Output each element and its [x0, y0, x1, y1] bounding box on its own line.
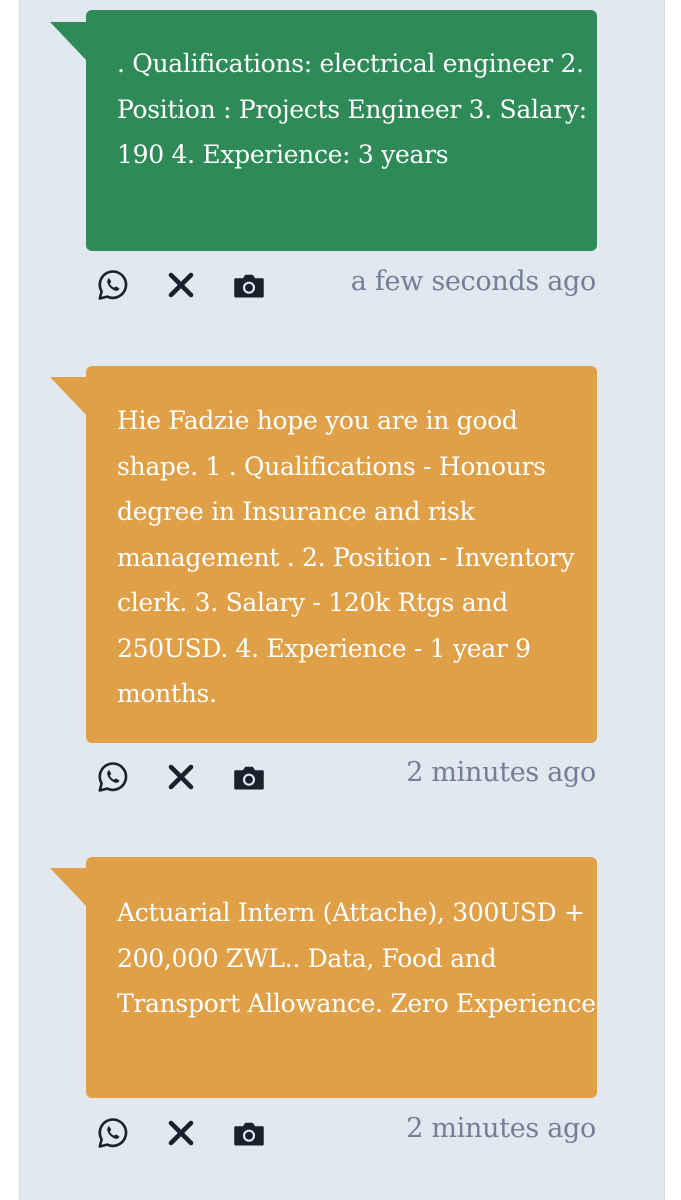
message-text: Hie Fadzie hope you are in good shape. 1… — [117, 406, 575, 708]
whatsapp-share-button[interactable] — [96, 268, 130, 302]
screenshot-button[interactable] — [232, 268, 266, 302]
timestamp: a few seconds ago — [350, 266, 597, 297]
message-actions — [96, 268, 300, 302]
whatsapp-icon — [98, 762, 128, 792]
whatsapp-share-button[interactable] — [96, 1116, 130, 1150]
delete-button[interactable] — [164, 760, 198, 794]
screenshot-button[interactable] — [232, 1116, 266, 1150]
close-icon — [168, 272, 194, 298]
message-bubble: . Qualifications: electrical engineer 2.… — [86, 10, 597, 251]
message-bubble: Actuarial Intern (Attache), 300USD + 200… — [86, 857, 597, 1098]
message-actions — [96, 1116, 300, 1150]
timestamp: 2 minutes ago — [406, 757, 596, 788]
bubble-tail — [50, 868, 88, 908]
whatsapp-icon — [98, 270, 128, 300]
whatsapp-share-button[interactable] — [96, 760, 130, 794]
message-text: . Qualifications: electrical engineer 2.… — [117, 49, 587, 169]
camera-icon — [234, 1122, 264, 1146]
delete-button[interactable] — [164, 1116, 198, 1150]
bubble-tail — [50, 377, 88, 417]
message-text: Actuarial Intern (Attache), 300USD + 200… — [117, 898, 596, 1018]
message-bubble: Hie Fadzie hope you are in good shape. 1… — [86, 366, 597, 743]
close-icon — [168, 1120, 194, 1146]
screenshot-button[interactable] — [232, 760, 266, 794]
message-feed: . Qualifications: electrical engineer 2.… — [19, 0, 665, 1200]
bubble-tail — [50, 22, 88, 62]
whatsapp-icon — [98, 1118, 128, 1148]
camera-icon — [234, 766, 264, 790]
close-icon — [168, 764, 194, 790]
camera-icon — [234, 274, 264, 298]
message-actions — [96, 760, 300, 794]
timestamp: 2 minutes ago — [406, 1113, 596, 1144]
delete-button[interactable] — [164, 268, 198, 302]
